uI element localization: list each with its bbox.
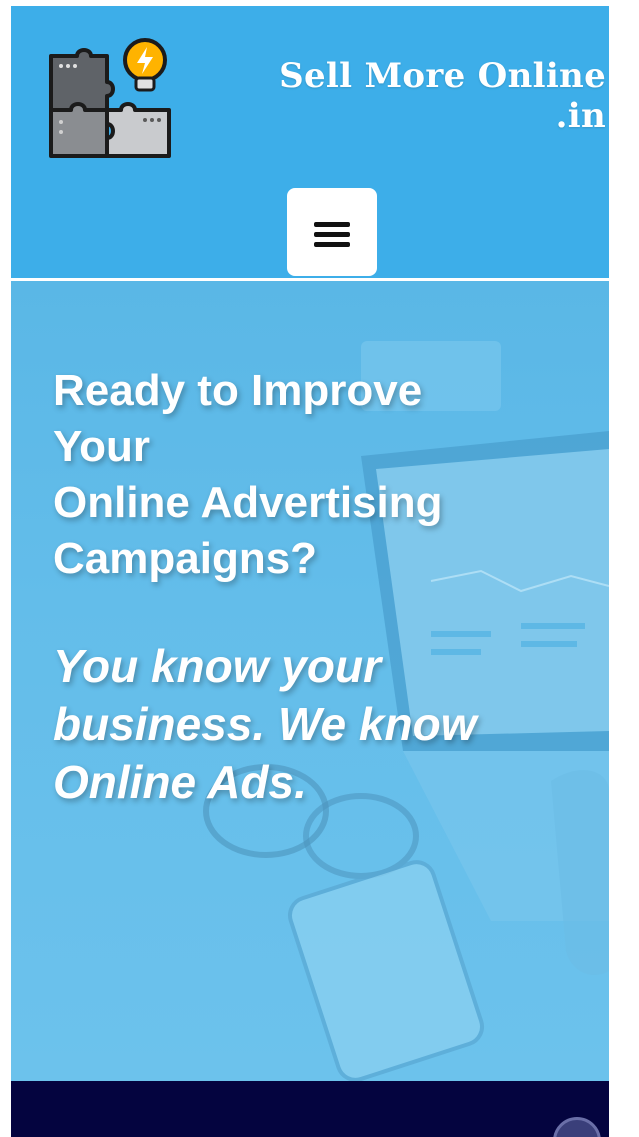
hero-heading-line: Campaigns? [53,534,318,583]
page-frame: Sell More Online .in Ready to Improve Yo… [11,6,609,1137]
hamburger-menu-icon [314,222,350,252]
hero-tagline-line: business. We know [53,698,477,750]
site-logo[interactable] [47,38,177,162]
site-header: Sell More Online .in [11,6,609,278]
hero-heading-line: Your [53,422,150,471]
puzzle-lightbulb-icon [49,38,171,158]
footer-band [11,1081,609,1137]
hero-tagline: You know your business. We know Online A… [53,637,598,811]
hero-heading-line: Ready to Improve [53,366,423,415]
brand-name[interactable]: Sell More Online .in [181,56,606,136]
hero-section: Ready to Improve Your Online Advertising… [11,281,609,1081]
hero-text: Ready to Improve Your Online Advertising… [53,363,598,811]
menu-toggle-button[interactable] [287,188,377,276]
hero-heading: Ready to Improve Your Online Advertising… [53,363,598,587]
brand-name-line1: Sell More Online [279,56,606,96]
hero-tagline-line: You know your [53,640,381,692]
hero-heading-line: Online Advertising [53,478,443,527]
hero-tagline-line: Online Ads. [53,756,307,808]
brand-name-line2: .in [555,96,606,136]
